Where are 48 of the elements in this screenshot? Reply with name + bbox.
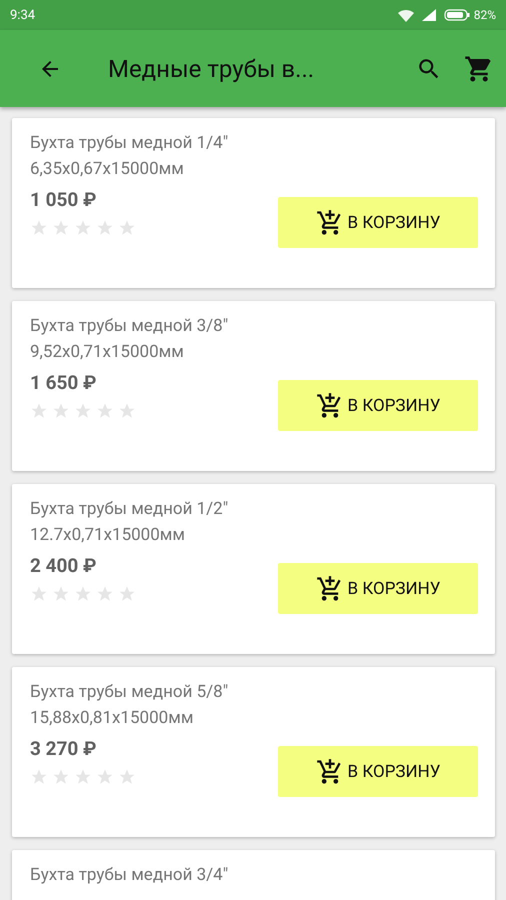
add-to-cart-button[interactable]: В КОРЗИНУ — [278, 746, 478, 797]
signal-icon — [422, 9, 436, 21]
star-icon — [96, 402, 114, 420]
add-to-cart-button[interactable]: В КОРЗИНУ — [278, 563, 478, 614]
star-icon — [52, 585, 70, 603]
add-to-cart-button[interactable]: В КОРЗИНУ — [278, 380, 478, 431]
star-icon — [118, 585, 136, 603]
star-icon — [74, 219, 92, 237]
star-icon — [30, 585, 48, 603]
product-size: 12.7x0,71x15000мм — [30, 524, 186, 547]
star-icon — [30, 402, 48, 420]
product-name: Бухта трубы медной 3/8" — [30, 315, 230, 338]
star-icon — [96, 219, 114, 237]
product-size: 9,52x0,71x15000мм — [30, 341, 185, 364]
star-icon — [30, 219, 48, 237]
status-time: 9:34 — [10, 8, 36, 22]
wifi-icon — [398, 8, 414, 22]
product-price: 3 270 ₽ — [30, 736, 98, 762]
add-to-cart-button[interactable]: В КОРЗИНУ — [278, 197, 478, 248]
product-price: 1 050 ₽ — [30, 187, 98, 213]
star-icon — [118, 768, 136, 786]
product-name: Бухта трубы медной 1/4" — [30, 132, 230, 155]
product-price: 2 400 ₽ — [30, 553, 98, 579]
product-card[interactable]: Бухта трубы медной 3/8" 9,52x0,71x15000мм 1 650 ₽ В КОРЗИНУ — [12, 301, 495, 471]
product-size: 6,35x0,67x15000мм — [30, 158, 185, 181]
product-name: Бухта трубы медной 1/2" — [30, 498, 230, 521]
star-icon — [74, 402, 92, 420]
product-price: 1 650 ₽ — [30, 370, 98, 396]
battery-percent: 82% — [474, 8, 496, 22]
product-card[interactable]: Бухта трубы медной 3/4" — [12, 850, 495, 900]
product-size: 15,88x0,81x15000мм — [30, 707, 194, 730]
product-card[interactable]: Бухта трубы медной 5/8" 15,88x0,81x15000мм 3 270 ₽ В КОРЗИНУ — [12, 667, 495, 837]
star-icon — [52, 219, 70, 237]
product-card[interactable]: Бухта трубы медной 1/4" 6,35x0,67x15000мм 1 050 ₽ В КОРЗИНУ — [12, 118, 495, 288]
star-icon — [96, 768, 114, 786]
product-name: Бухта трубы медной 3/4" — [30, 864, 230, 887]
star-icon — [118, 219, 136, 237]
star-icon — [30, 768, 48, 786]
star-icon — [96, 585, 114, 603]
star-icon — [74, 768, 92, 786]
star-icon — [52, 402, 70, 420]
product-name: Бухта трубы медной 5/8" — [30, 681, 230, 704]
screen-title: Медные трубы в... — [108, 54, 316, 82]
product-card[interactable]: Бухта трубы медной 1/2" 12.7x0,71x15000мм 2 400 ₽ В КОРЗИНУ — [12, 484, 495, 654]
star-icon — [74, 585, 92, 603]
star-icon — [52, 768, 70, 786]
star-icon — [118, 402, 136, 420]
battery-icon — [444, 9, 470, 21]
